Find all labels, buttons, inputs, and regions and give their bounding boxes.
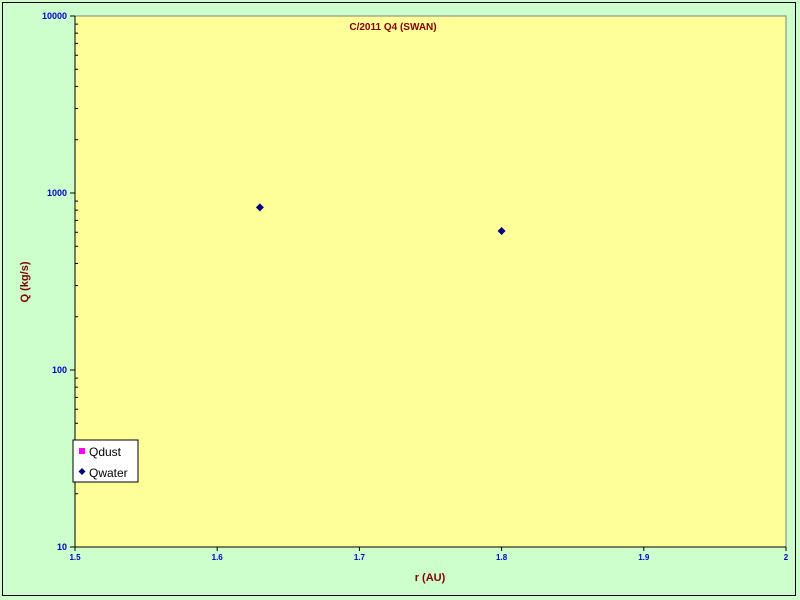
chart-title: C/2011 Q4 (SWAN) [349,22,436,33]
plot-area [74,15,787,548]
x-tick-label: 2 [784,553,789,562]
y-tick-label: 1000 [47,188,67,198]
y-axis-title: Q (kg/s) [19,261,31,302]
legend-qdust-label: Qdust [89,445,122,459]
legend-qdust-marker [79,448,85,454]
y-tick-label: 10 [57,542,67,552]
x-tick-label: 1.5 [69,553,81,562]
x-tick-label: 1.6 [212,553,224,562]
legend-qwater-label: Qwater [89,466,128,480]
chart: 10 100 1000 10000 1.5 1.6 1.7 1.8 1.9 2 C/2011 Q4… [19,11,789,584]
x-tick-label: 1.7 [354,553,366,562]
y-tick-label: 10000 [42,11,67,21]
legend: Qdust Qwater [72,439,139,483]
x-tick-label: 1.8 [496,553,508,562]
x-tick-label: 1.9 [638,553,650,562]
x-axis-title: r (AU) [415,572,446,584]
y-tick-label: 100 [52,365,67,375]
